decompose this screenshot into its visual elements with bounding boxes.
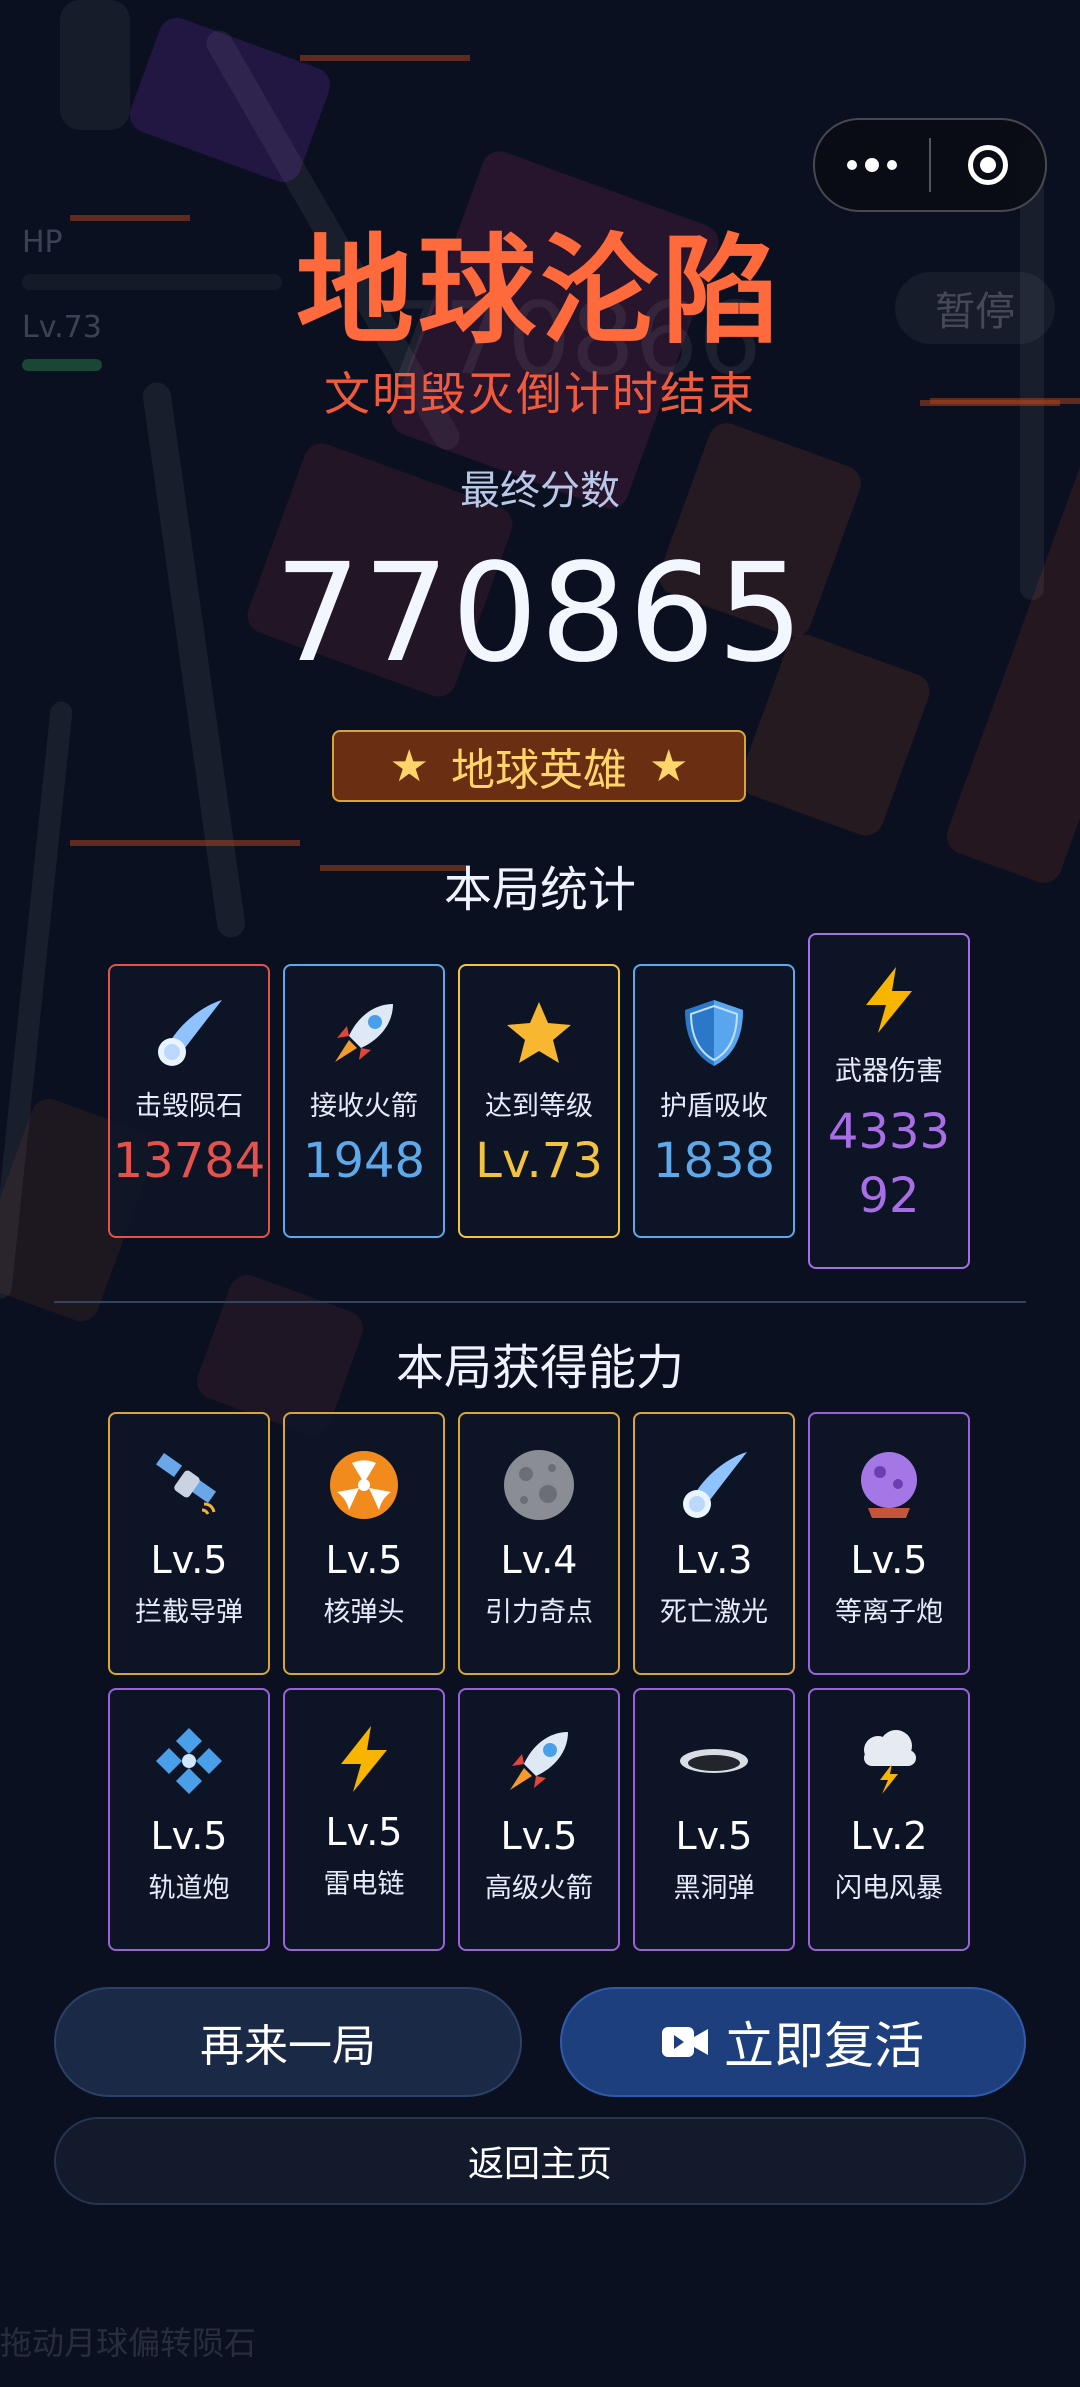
revive-button[interactable]: 立即复活 bbox=[560, 1987, 1026, 2097]
ability-level: Lv.5 bbox=[850, 1538, 928, 1582]
rocket-icon bbox=[460, 1724, 618, 1798]
game-over-title: 地球沦陷 bbox=[295, 222, 784, 360]
game-over-subtitle: 文明毁灭倒计时结束 bbox=[324, 367, 756, 421]
video-camera-icon bbox=[662, 2013, 708, 2071]
ability-name: 死亡激光 bbox=[660, 1597, 768, 1628]
star-right-icon: ★ bbox=[649, 740, 689, 792]
ability-card: Lv.4 引力奇点 bbox=[458, 1412, 620, 1675]
final-score-label: 最终分数 bbox=[460, 468, 620, 514]
ability-name: 雷电链 bbox=[323, 1869, 405, 1900]
rank-badge-text: 地球英雄 bbox=[451, 745, 627, 796]
shield-icon bbox=[635, 996, 793, 1070]
stat-label: 护盾吸收 bbox=[660, 1091, 768, 1122]
ability-level: Lv.5 bbox=[325, 1810, 403, 1854]
stat-card-damage: 武器伤害 4333 92 bbox=[808, 933, 970, 1269]
more-dots-icon[interactable] bbox=[815, 158, 929, 172]
target-circle-icon[interactable] bbox=[931, 145, 1045, 185]
radioactive-icon bbox=[285, 1448, 443, 1522]
play-again-label: 再来一局 bbox=[200, 2021, 376, 2072]
ability-name: 引力奇点 bbox=[485, 1597, 593, 1628]
crystal-ball-icon bbox=[810, 1448, 968, 1522]
back-home-button[interactable]: 返回主页 bbox=[54, 2117, 1026, 2205]
ability-card: Lv.5 雷电链 bbox=[283, 1688, 445, 1951]
ability-name: 拦截导弹 bbox=[135, 1597, 243, 1628]
ability-name: 高级火箭 bbox=[485, 1873, 593, 1904]
comet-icon bbox=[635, 1448, 793, 1522]
stat-card-level: 达到等级 Lv.73 bbox=[458, 964, 620, 1238]
lightning-icon bbox=[810, 965, 968, 1035]
revive-label: 立即复活 bbox=[724, 2017, 924, 2075]
ability-card: Lv.5 拦截导弹 bbox=[108, 1412, 270, 1675]
diamond-cluster-icon bbox=[110, 1724, 268, 1798]
satellite-icon bbox=[110, 1448, 268, 1522]
ability-name: 闪电风暴 bbox=[835, 1873, 943, 1904]
stat-value-line1: 4333 bbox=[827, 1104, 951, 1160]
black-hole-icon bbox=[635, 1724, 793, 1798]
star-left-icon: ★ bbox=[389, 740, 429, 792]
rank-badge: ★ 地球英雄 ★ bbox=[332, 730, 746, 802]
storm-cloud-icon bbox=[810, 1724, 968, 1798]
ability-level: Lv.2 bbox=[850, 1814, 928, 1858]
ability-card: Lv.5 高级火箭 bbox=[458, 1688, 620, 1951]
stat-value-line2: 92 bbox=[858, 1168, 920, 1224]
stat-value: 1948 bbox=[302, 1133, 426, 1189]
ability-name: 核弹头 bbox=[323, 1597, 405, 1628]
rocket-icon bbox=[285, 996, 443, 1070]
back-home-label: 返回主页 bbox=[467, 2144, 612, 2185]
ability-name: 轨道炮 bbox=[148, 1873, 230, 1904]
ability-level: Lv.5 bbox=[150, 1538, 228, 1582]
star-icon bbox=[460, 996, 618, 1070]
stat-label: 武器伤害 bbox=[835, 1056, 943, 1087]
moon-icon bbox=[460, 1448, 618, 1522]
stat-value: 13784 bbox=[112, 1133, 266, 1189]
play-again-button[interactable]: 再来一局 bbox=[54, 1987, 522, 2097]
abilities-title: 本局获得能力 bbox=[395, 1340, 684, 1396]
ability-level: Lv.5 bbox=[500, 1814, 578, 1858]
ability-level: Lv.5 bbox=[325, 1538, 403, 1582]
stat-card-shield: 护盾吸收 1838 bbox=[633, 964, 795, 1238]
stat-value: 1838 bbox=[652, 1133, 776, 1189]
bottom-hint-text: 拖动月球偏转陨石 bbox=[0, 2324, 257, 2362]
stat-value: Lv.73 bbox=[475, 1133, 603, 1189]
ability-card: Lv.5 轨道炮 bbox=[108, 1688, 270, 1951]
ability-level: Lv.5 bbox=[675, 1814, 753, 1858]
stat-card-rockets: 接收火箭 1948 bbox=[283, 964, 445, 1238]
stat-label: 击毁陨石 bbox=[135, 1091, 243, 1122]
ability-level: Lv.5 bbox=[150, 1814, 228, 1858]
stat-label: 接收火箭 bbox=[310, 1091, 418, 1122]
ability-name: 等离子炮 bbox=[835, 1597, 943, 1628]
ability-level: Lv.4 bbox=[500, 1538, 578, 1582]
stat-card-meteors: 击毁陨石 13784 bbox=[108, 964, 270, 1238]
ability-card: Lv.5 等离子炮 bbox=[808, 1412, 970, 1675]
final-score: 770865 bbox=[274, 535, 806, 693]
comet-icon bbox=[110, 996, 268, 1070]
stat-label: 达到等级 bbox=[485, 1091, 593, 1122]
ability-card: Lv.5 核弹头 bbox=[283, 1412, 445, 1675]
ability-card: Lv.3 死亡激光 bbox=[633, 1412, 795, 1675]
ability-level: Lv.3 bbox=[675, 1538, 753, 1582]
lightning-icon bbox=[285, 1724, 443, 1794]
stats-title: 本局统计 bbox=[443, 862, 636, 918]
ability-card: Lv.2 闪电风暴 bbox=[808, 1688, 970, 1951]
ability-name: 黑洞弹 bbox=[673, 1873, 755, 1904]
section-divider bbox=[54, 1301, 1026, 1303]
ability-card: Lv.5 黑洞弹 bbox=[633, 1688, 795, 1951]
